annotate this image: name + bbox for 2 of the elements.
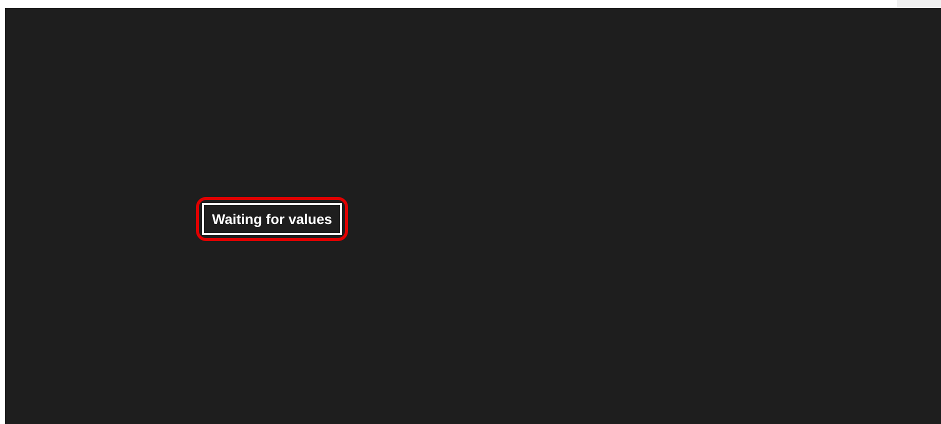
scrollbar-corner [897, 0, 941, 8]
status-label: Waiting for values [202, 203, 342, 235]
